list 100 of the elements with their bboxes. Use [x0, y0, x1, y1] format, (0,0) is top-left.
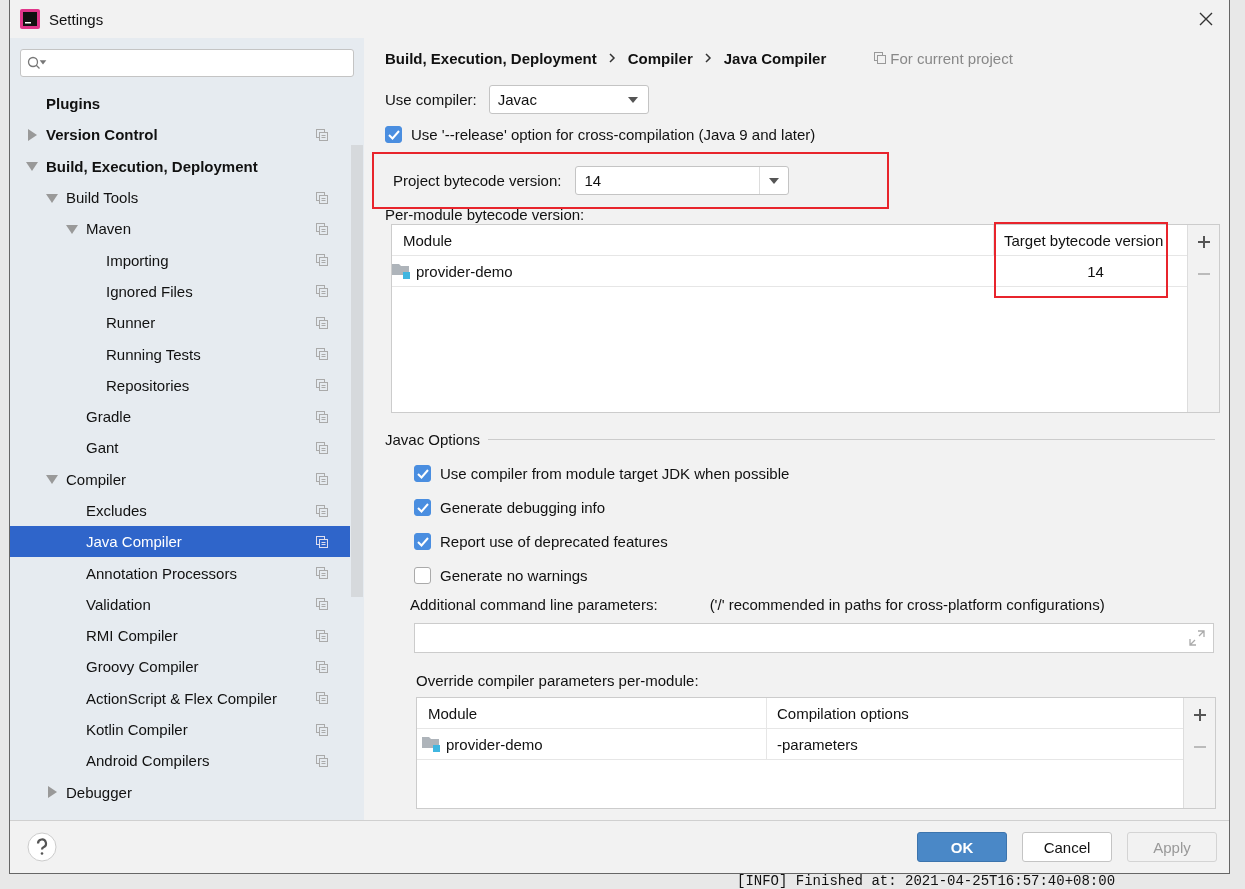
params-hint: ('/' recommended in paths for cross-platform configurations)	[709, 596, 1105, 613]
caret-icon[interactable]	[627, 96, 638, 103]
sidebar-item[interactable]: Runner	[10, 307, 350, 339]
tree-arrow-icon[interactable]	[66, 222, 78, 235]
project-scope-icon	[316, 692, 328, 705]
column-header[interactable]: Compilation options	[767, 704, 1183, 722]
project-scope-icon	[316, 535, 328, 548]
params-field[interactable]	[414, 623, 1214, 653]
table-cell-text: 14	[1086, 262, 1105, 280]
per-module-label: Per-module bytecode version:	[385, 206, 586, 223]
module-icon	[422, 735, 442, 753]
project-scope-icon	[316, 629, 328, 642]
table-cell: provider-demo	[392, 256, 994, 286]
project-scope-icon	[316, 723, 328, 736]
chevron-icon	[608, 53, 616, 63]
checkbox[interactable]	[414, 533, 431, 550]
project-scope-icon	[316, 222, 328, 235]
expand-icon[interactable]	[1189, 630, 1205, 646]
scope-note: For current project	[890, 49, 1013, 67]
table-cell: provider-demo	[417, 729, 767, 759]
project-scope-icon	[316, 661, 328, 673]
sidebar-item[interactable]: Build, Execution, Deployment	[10, 150, 350, 182]
sidebar-item[interactable]: Maven	[10, 213, 350, 245]
bytecode-dropdown[interactable]: 14	[575, 166, 790, 195]
project-scope-icon	[316, 254, 328, 267]
breadcrumb-item: Build, Execution, Deployment	[385, 49, 597, 67]
project-scope-icon	[316, 473, 328, 486]
project-scope-icon	[316, 128, 328, 141]
window-title: Settings	[49, 10, 104, 28]
sidebar-item[interactable]: Annotation Processors	[10, 557, 350, 589]
project-bytecode-label: Project bytecode version:	[393, 172, 562, 189]
compiler-dropdown[interactable]: Javac	[488, 85, 649, 114]
chevron-icon	[704, 53, 712, 63]
params-label: Additional command line parameters:	[410, 596, 658, 613]
caret-icon[interactable]	[769, 177, 780, 184]
add-icon[interactable]	[1196, 235, 1211, 249]
search-icon[interactable]	[27, 56, 47, 70]
project-scope-icon	[316, 379, 328, 392]
breadcrumb-item: Compiler	[627, 49, 693, 67]
tree-arrow-icon[interactable]	[26, 128, 38, 141]
sidebar-item[interactable]: Running Tests	[10, 338, 350, 370]
sidebar-item[interactable]: Importing	[10, 244, 350, 276]
use-compiler-label: Use compiler:	[385, 91, 477, 108]
tree-arrow-icon[interactable]	[46, 786, 58, 799]
checkbox[interactable]	[414, 499, 431, 516]
sidebar-item[interactable]: Repositories	[10, 369, 350, 401]
section-title: Javac Options	[385, 431, 481, 448]
checkbox[interactable]	[414, 567, 431, 584]
tree-arrow-icon[interactable]	[46, 473, 58, 486]
log-line: [INFO] Finished at: 2021-04-25T16:57:40+08:00	[737, 874, 1117, 889]
project-scope-icon	[316, 348, 328, 360]
project-scope-icon	[316, 504, 328, 517]
close-icon[interactable]	[1199, 12, 1213, 26]
checkbox-label: Generate no warnings	[440, 567, 588, 584]
sidebar-item[interactable]: Kotlin Compiler	[10, 713, 350, 746]
checkbox-label: Use compiler from module target JDK when possible	[440, 465, 790, 482]
help-icon[interactable]	[27, 832, 57, 862]
sidebar-item[interactable]: Gradle	[10, 400, 350, 433]
sidebar-item[interactable]: Build Tools	[10, 181, 350, 214]
column-header[interactable]: Module	[392, 225, 994, 255]
module-icon	[392, 262, 412, 280]
breadcrumb-item: Java Compiler	[723, 49, 827, 67]
table-cell-text: -parameters	[776, 735, 859, 753]
sidebar-item[interactable]: Excludes	[10, 494, 350, 527]
project-scope-icon	[316, 410, 328, 423]
sidebar-item[interactable]: Compiler	[10, 463, 350, 495]
tree-arrow-icon[interactable]	[46, 191, 58, 204]
column-header[interactable]: Target bytecode version	[994, 231, 1187, 249]
checkbox-label: Generate debugging info	[440, 499, 606, 516]
tree-arrow-icon[interactable]	[26, 160, 38, 173]
sidebar-item[interactable]: Ignored Files	[10, 275, 350, 308]
sidebar-item[interactable]: Java Compiler	[10, 526, 350, 558]
project-scope-icon	[316, 754, 328, 767]
project-scope-icon	[316, 567, 328, 580]
dialog-button[interactable]: Cancel	[1022, 832, 1112, 862]
sidebar-item[interactable]: Debugger	[10, 776, 350, 808]
sidebar-item[interactable]: RMI Compiler	[10, 620, 350, 652]
sidebar-item[interactable]: Plugins	[10, 88, 350, 120]
add-icon[interactable]	[1192, 708, 1207, 722]
project-scope-icon	[874, 52, 887, 64]
project-scope-icon	[316, 191, 328, 204]
checkbox[interactable]	[414, 465, 431, 482]
dialog-button[interactable]: OK	[917, 832, 1007, 862]
app-logo-icon	[20, 9, 40, 29]
project-scope-icon	[316, 285, 328, 298]
project-scope-icon	[316, 598, 328, 611]
sidebar-item[interactable]: Android Compilers	[10, 745, 350, 777]
checkbox-label: Use '--release' option for cross-compilation (Java 9 and later)	[411, 126, 816, 143]
override-label: Override compiler parameters per-module:	[416, 672, 700, 689]
checkbox-label: Report use of deprecated features	[440, 533, 668, 550]
sidebar-item[interactable]: Groovy Compiler	[10, 651, 350, 683]
project-scope-icon	[316, 316, 328, 329]
sidebar-item[interactable]: Gant	[10, 432, 350, 464]
sidebar-item[interactable]: Version Control	[10, 119, 350, 151]
checkbox[interactable]	[385, 126, 402, 143]
column-header[interactable]: Module	[417, 698, 767, 728]
search-field[interactable]	[20, 49, 354, 77]
sidebar-item[interactable]: ActionScript & Flex Compiler	[10, 682, 350, 714]
scrollbar[interactable]	[351, 145, 363, 597]
sidebar-item[interactable]: Validation	[10, 588, 350, 621]
